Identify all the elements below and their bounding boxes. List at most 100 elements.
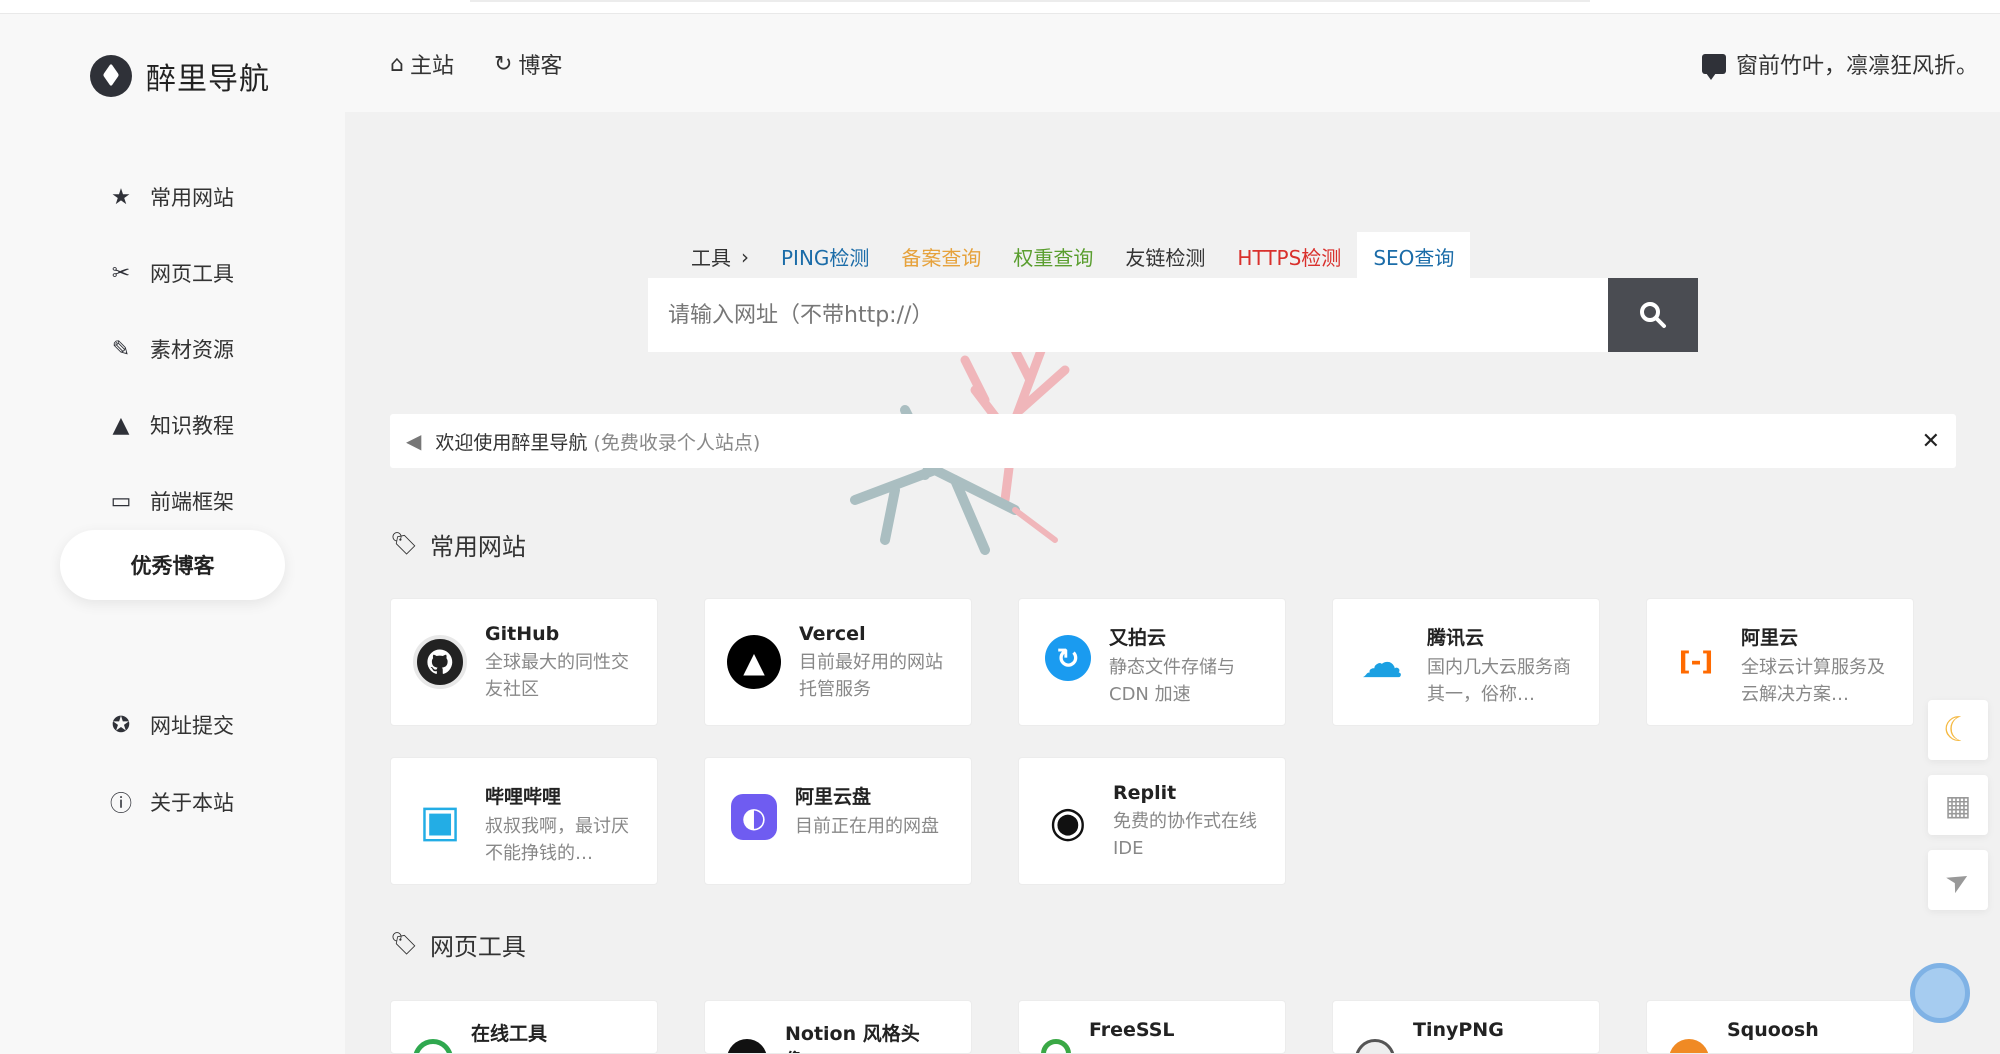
card-name: 腾讯云 (1427, 627, 1485, 649)
site-card[interactable]: ↻ 又拍云 静态文件存储与 CDN 加速 (1018, 598, 1286, 726)
dark-mode-button[interactable]: ☾ (1928, 700, 1988, 760)
notice-subtext: (免费收录个人站点) (593, 431, 761, 454)
section-title: 🏷 常用网站 (390, 527, 526, 562)
site-card[interactable]: FreeSSL (1018, 1000, 1286, 1054)
moon-icon: ☾ (1942, 710, 1974, 750)
site-card[interactable]: ☁ 腾讯云 国内几大云服务商其一，俗称… (1332, 598, 1600, 726)
home-icon: ⌂ (390, 51, 404, 77)
chat-bubble-button[interactable] (1910, 963, 1970, 1023)
card-name: GitHub (485, 623, 560, 645)
site-card[interactable]: ▲ Vercel 目前最好用的网站托管服务 (704, 598, 972, 726)
search-tabs: 工具 › PING检测 备案查询 权重查询 友链检测 HTTPS检测 SEO查询 (675, 232, 1471, 281)
card-desc: 国内几大云服务商其一，俗称… (1427, 657, 1571, 705)
top-bar (0, 0, 2000, 14)
site-card[interactable]: ◐ 阿里云盘 目前正在用的网盘 (704, 757, 972, 885)
vercel-icon: ▲ (727, 635, 781, 689)
sidebar-item-label: 前端框架 (150, 490, 234, 514)
sidebar-item-frontend[interactable]: ▭ 前端框架 (108, 486, 234, 516)
tab-tools-label: 工具 › (675, 232, 765, 281)
search-input[interactable] (648, 278, 1608, 352)
site-card[interactable]: ◉ Replit 免费的协作式在线 IDE (1018, 757, 1286, 885)
card-name: Replit (1113, 782, 1177, 804)
tab-seo[interactable]: SEO查询 (1357, 232, 1471, 281)
card-name: Vercel (799, 623, 866, 645)
tags-icon: 🏷 (390, 532, 418, 557)
sidebar-item-common-sites[interactable]: ★ 常用网站 (108, 182, 234, 212)
site-card[interactable]: TinyPNG (1332, 1000, 1600, 1054)
header-quote: 窗前竹叶，凛凛狂风折。 (1701, 48, 1978, 80)
site-card[interactable]: 在线工具 (390, 1000, 658, 1054)
search-button[interactable] (1608, 278, 1698, 352)
notion-avatar-icon (727, 1039, 767, 1053)
sidebar-item-label: 常用网站 (150, 186, 234, 210)
card-desc: 免费的协作式在线 IDE (1113, 811, 1257, 859)
aliyun-drive-icon: ◐ (731, 794, 777, 840)
card-name: 哔哩哔哩 (485, 786, 562, 808)
logo[interactable]: 醉里导航 (90, 54, 270, 98)
send-button[interactable]: ➤ (1928, 850, 1988, 910)
nav-home-label: 主站 (409, 54, 454, 79)
notice-bar: ◀ 欢迎使用醉里导航 (免费收录个人站点) ✕ (390, 414, 1956, 468)
tab-icp[interactable]: 备案查询 (885, 232, 997, 281)
card-desc: 目前最好用的网站托管服务 (799, 652, 943, 700)
card-desc: 静态文件存储与 CDN 加速 (1109, 657, 1235, 705)
site-card[interactable]: ▣ 哔哩哔哩 叔叔我啊，最讨厌不能挣钱的… (390, 757, 658, 885)
card-name: Notion 风格头像… (785, 1023, 920, 1053)
section-title: 🏷 网页工具 (390, 927, 526, 962)
aliyun-icon: [-] (1678, 647, 1714, 677)
chevron-right-icon: › (741, 244, 749, 269)
online-tools-icon (413, 1039, 453, 1053)
comment-icon (1701, 54, 1726, 80)
pen-icon: ✎ (111, 336, 131, 362)
card-desc: 全球云计算服务及云解决方案… (1741, 657, 1885, 705)
site-card[interactable]: Notion 风格头像… (704, 1000, 972, 1054)
close-icon[interactable]: ✕ (1922, 429, 1940, 454)
section-title-text: 网页工具 (429, 933, 526, 961)
card-name: TinyPNG (1413, 1019, 1504, 1041)
sidebar-item-submit[interactable]: ✪ 网址提交 (108, 710, 234, 740)
tab-https[interactable]: HTTPS检测 (1221, 232, 1357, 281)
card-name: Squoosh (1727, 1019, 1819, 1041)
grid-button[interactable]: ▦ (1928, 775, 1988, 835)
search-icon (1640, 302, 1666, 328)
sidebar-item-web-tools[interactable]: ✂ 网页工具 (108, 258, 234, 288)
sidebar-item-tutorials[interactable]: ▲ 知识教程 (108, 410, 234, 440)
tags-icon: 🏷 (390, 932, 418, 957)
site-card[interactable]: [-] 阿里云 全球云计算服务及云解决方案… (1646, 598, 1914, 726)
top-bar-line (470, 0, 1590, 2)
tab-weight[interactable]: 权重查询 (997, 232, 1109, 281)
blog-icon: ↻ (493, 51, 513, 77)
grid-icon: ▦ (1944, 788, 1972, 822)
sidebar-item-label: 关于本站 (150, 791, 234, 815)
sidebar-item-resources[interactable]: ✎ 素材资源 (108, 334, 234, 364)
card-desc: 叔叔我啊，最讨厌不能挣钱的… (485, 816, 629, 864)
graduation-cap-icon: ▲ (112, 412, 130, 438)
sidebar-item-blogs[interactable]: 优秀博客 (60, 530, 285, 600)
squoosh-icon (1669, 1039, 1709, 1053)
card-desc: 目前正在用的网盘 (795, 816, 939, 837)
nav-blog-label: 博客 (518, 54, 563, 79)
tinypng-icon (1355, 1039, 1395, 1053)
site-title: 醉里导航 (146, 62, 270, 97)
header-nav: ⌂ 主站 ↻ 博客 (390, 48, 562, 80)
send-icon: ➤ (1939, 859, 1977, 901)
tab-links[interactable]: 友链检测 (1109, 232, 1221, 281)
nav-blog[interactable]: ↻ 博客 (494, 48, 562, 80)
site-card[interactable]: GitHub 全球最大的同性交友社区 (390, 598, 658, 726)
card-desc: 全球最大的同性交友社区 (485, 652, 629, 700)
nav-home[interactable]: ⌂ 主站 (390, 48, 454, 80)
replit-icon: ◉ (1049, 796, 1087, 846)
bilibili-icon: ▣ (419, 795, 461, 847)
tab-ping[interactable]: PING检测 (765, 232, 885, 281)
card-name: 在线工具 (471, 1023, 548, 1045)
site-card[interactable]: Squoosh (1646, 1000, 1914, 1054)
sidebar-item-about[interactable]: ⓘ 关于本站 (108, 786, 234, 818)
sidebar-item-label: 素材资源 (150, 338, 234, 362)
sidebar-item-label: 网址提交 (150, 714, 234, 738)
card-name: 阿里云 (1741, 627, 1799, 649)
laptop-icon: ▭ (110, 488, 132, 514)
notice-text: 欢迎使用醉里导航 (435, 431, 588, 454)
tencent-cloud-icon: ☁ (1361, 637, 1403, 687)
section-title-text: 常用网站 (429, 533, 526, 561)
github-icon (413, 635, 467, 689)
